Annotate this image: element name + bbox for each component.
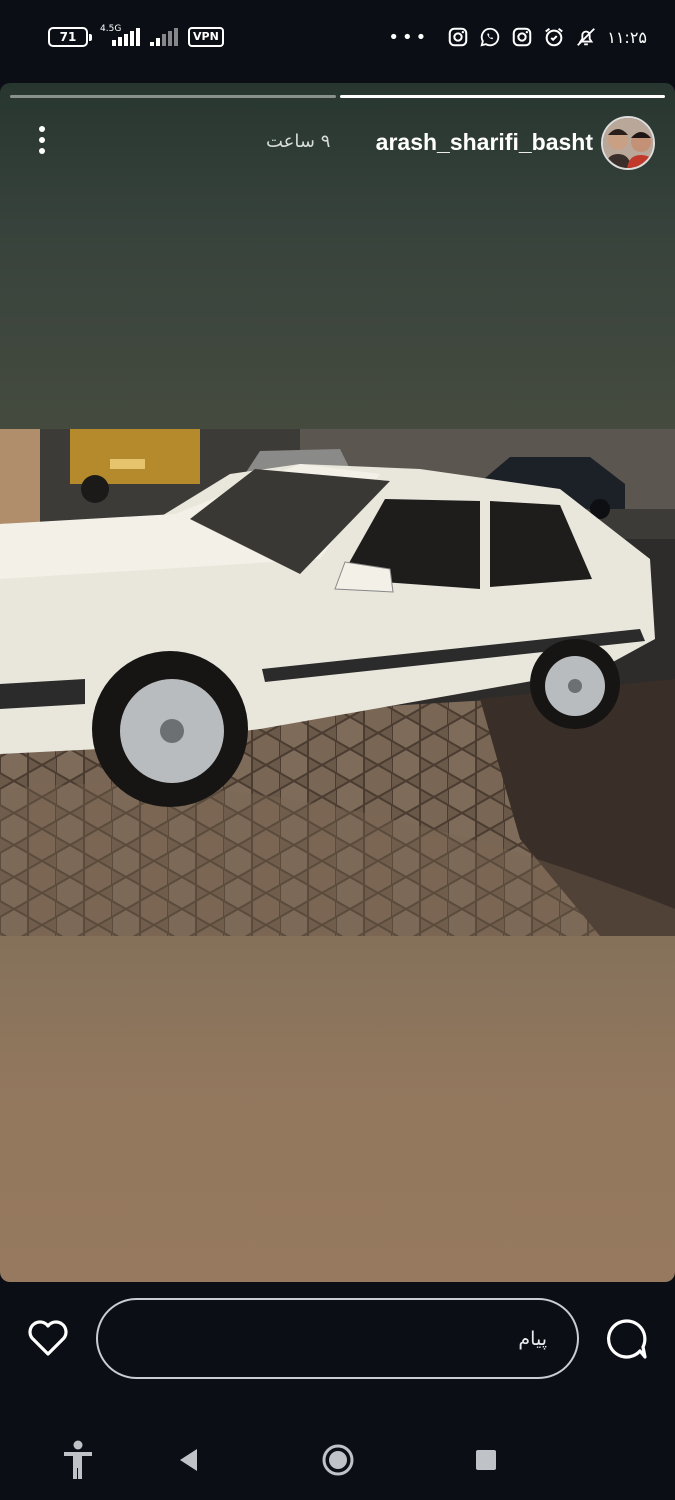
more-notifications-icon: •••	[388, 26, 430, 48]
heart-icon[interactable]	[26, 1318, 70, 1358]
story-viewer[interactable]: ۹ ساعت arash_sharifi_basht	[0, 83, 675, 1282]
avatar-image	[603, 118, 653, 168]
message-input[interactable]	[96, 1298, 579, 1379]
avatar[interactable]	[601, 116, 655, 170]
alarm-icon	[545, 27, 564, 47]
story-progress	[10, 95, 665, 98]
accessibility-icon[interactable]	[58, 1440, 98, 1480]
home-icon[interactable]	[318, 1440, 358, 1480]
story-timestamp: ۹ ساعت	[266, 131, 331, 152]
vpn-badge: VPN	[188, 27, 224, 47]
recents-icon[interactable]	[466, 1440, 506, 1480]
instagram-icon	[448, 27, 468, 47]
story-username[interactable]: arash_sharifi_basht	[376, 129, 593, 156]
whatsapp-icon	[480, 27, 500, 47]
signal-icon	[150, 28, 178, 46]
send-message-icon[interactable]	[605, 1318, 649, 1360]
instagram-icon	[512, 27, 532, 47]
signal-icon	[112, 28, 140, 46]
progress-segment-active	[339, 95, 665, 98]
battery-level: 71	[59, 30, 77, 44]
mute-icon	[577, 28, 596, 46]
story-photo	[0, 429, 675, 936]
status-right: ••• ۱۱:۲۵	[388, 22, 647, 52]
battery-indicator: 71	[48, 27, 92, 47]
back-icon[interactable]	[168, 1440, 208, 1480]
progress-segment	[10, 95, 336, 98]
navigation-bar	[0, 1420, 675, 1500]
more-options-button[interactable]	[30, 123, 54, 157]
status-bar: 71 4.5G VPN ••• ۱۱:۲۵	[0, 0, 675, 72]
clock: ۱۱:۲۵	[607, 27, 647, 47]
